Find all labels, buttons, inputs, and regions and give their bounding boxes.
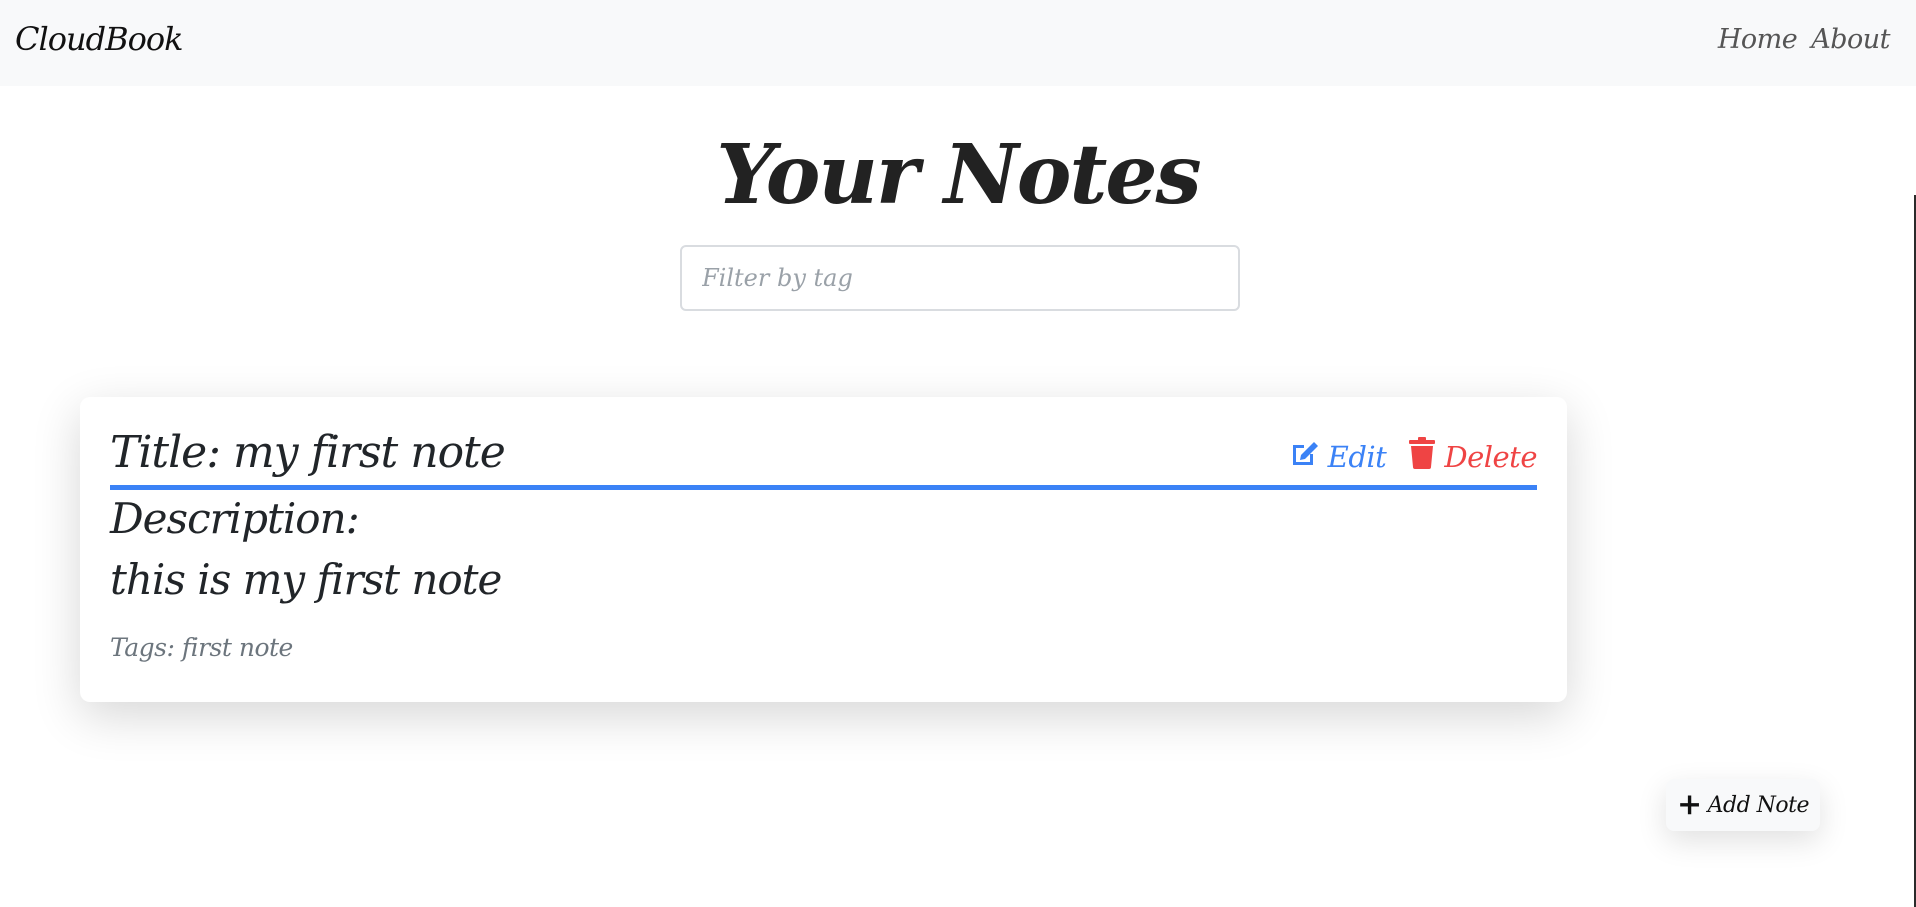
description-label: Description: [110, 494, 360, 543]
brand-logo[interactable]: CloudBook [15, 20, 184, 58]
edit-label: Edit [1327, 439, 1387, 474]
trash-icon [1408, 437, 1436, 476]
add-note-label: Add Note [1707, 792, 1810, 818]
add-note-button[interactable]: + Add Note [1666, 779, 1820, 831]
note-card: Title: my first note Edit Delete Descrip… [80, 397, 1567, 702]
filter-input[interactable] [680, 245, 1240, 311]
page-title: Your Notes [716, 127, 1201, 223]
delete-button[interactable]: Delete [1408, 437, 1537, 476]
description-text: this is my first note [110, 555, 502, 604]
nav-links: Home About [1718, 24, 1891, 55]
nav-link-home[interactable]: Home [1718, 24, 1798, 55]
plus-icon: + [1676, 787, 1702, 822]
delete-label: Delete [1444, 439, 1537, 474]
note-actions: Edit Delete [1290, 437, 1537, 476]
edit-button[interactable]: Edit [1290, 438, 1387, 475]
note-title: Title: my first note [110, 427, 506, 478]
edit-icon [1290, 438, 1320, 475]
note-tags: Tags: first note [110, 633, 293, 662]
nav-link-about[interactable]: About [1811, 24, 1890, 55]
note-divider [110, 485, 1537, 490]
navbar: CloudBook Home About [0, 0, 1916, 86]
